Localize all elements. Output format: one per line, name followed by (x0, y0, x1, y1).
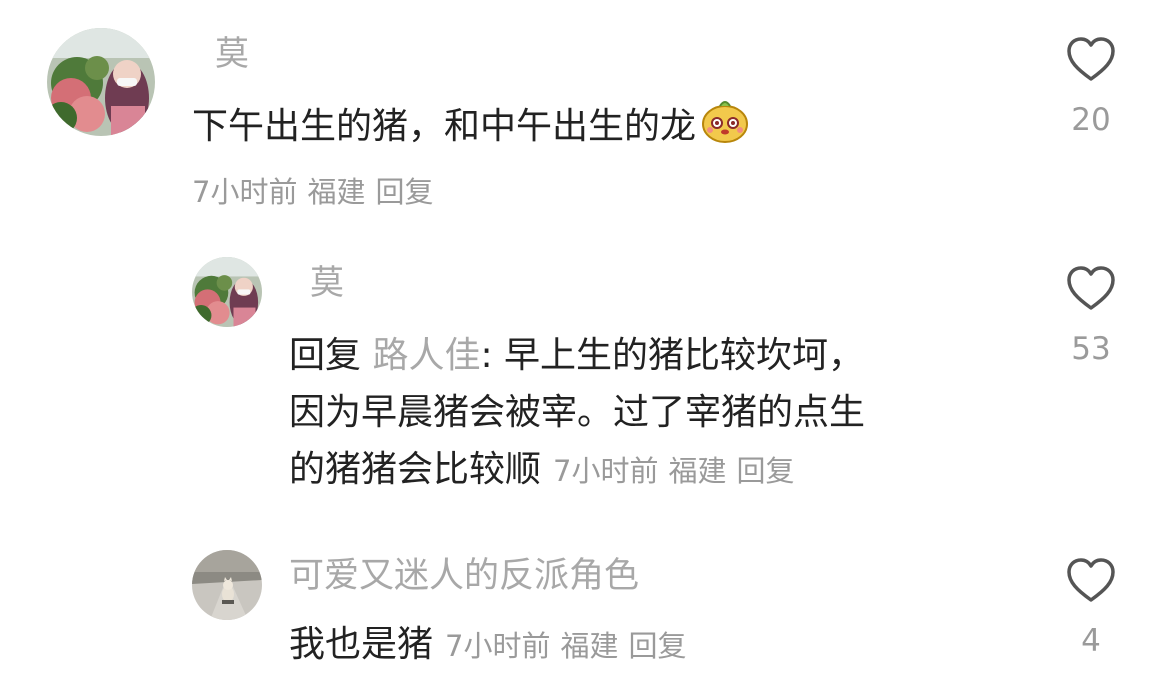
comment-location: 福建 (307, 175, 366, 209)
comment-meta: 7小时前 福建 回复 (192, 172, 433, 212)
comment-time: 7小时前 (445, 629, 551, 663)
comment-line: 的猪猪会比较顺 7小时前 福建 回复 (289, 441, 865, 500)
like-count: 20 (1071, 102, 1111, 138)
comment-location: 福建 (668, 454, 727, 488)
comment-body-line1: : 早上生的猪比较坎坷， (480, 335, 865, 376)
heart-outline-icon (1067, 266, 1115, 310)
avatar[interactable] (47, 28, 155, 136)
comment-line: 回复 路人佳: 早上生的猪比较坎坷， (289, 327, 865, 384)
smiling-mascot-emoji-icon (700, 96, 750, 157)
comment-author[interactable]: 莫 (310, 263, 344, 303)
comment-body: 我也是猪 (289, 624, 434, 665)
comment-text: 回复 路人佳: 早上生的猪比较坎坷， 因为早晨猪会被宰。过了宰猪的点生 的猪猪会… (289, 327, 865, 500)
like-count: 53 (1071, 331, 1111, 367)
like-button[interactable]: 53 (1056, 264, 1126, 366)
comment-text: 我也是猪 7小时前 福建 回复 (289, 620, 687, 671)
reply-button[interactable]: 回复 (375, 175, 433, 209)
comment-text: 下午出生的猪，和中午出生的龙 (192, 96, 750, 157)
like-button[interactable]: 20 (1056, 35, 1126, 137)
comment-body-line2: 因为早晨猪会被宰。过了宰猪的点生 (289, 392, 866, 433)
comment-location: 福建 (560, 629, 619, 663)
comment-time: 7小时前 (553, 454, 659, 488)
comment-body: 下午出生的猪，和中午出生的龙 (192, 106, 697, 147)
comment-author[interactable]: 莫 (215, 34, 249, 74)
reply-button[interactable]: 回复 (628, 629, 686, 663)
avatar[interactable] (192, 550, 262, 620)
reply-prefix: 回复 (289, 335, 362, 376)
like-count: 4 (1081, 623, 1101, 659)
heart-outline-icon (1067, 558, 1115, 602)
avatar[interactable] (192, 257, 262, 327)
comment-body-line3: 的猪猪会比较顺 (289, 449, 542, 490)
heart-outline-icon (1067, 37, 1115, 81)
comment-author[interactable]: 可爱又迷人的反派角色 (289, 556, 639, 596)
like-button[interactable]: 4 (1056, 556, 1126, 658)
comment-time: 7小时前 (192, 175, 298, 209)
reply-to-name[interactable]: 路人佳 (372, 335, 480, 376)
reply-button[interactable]: 回复 (736, 454, 794, 488)
